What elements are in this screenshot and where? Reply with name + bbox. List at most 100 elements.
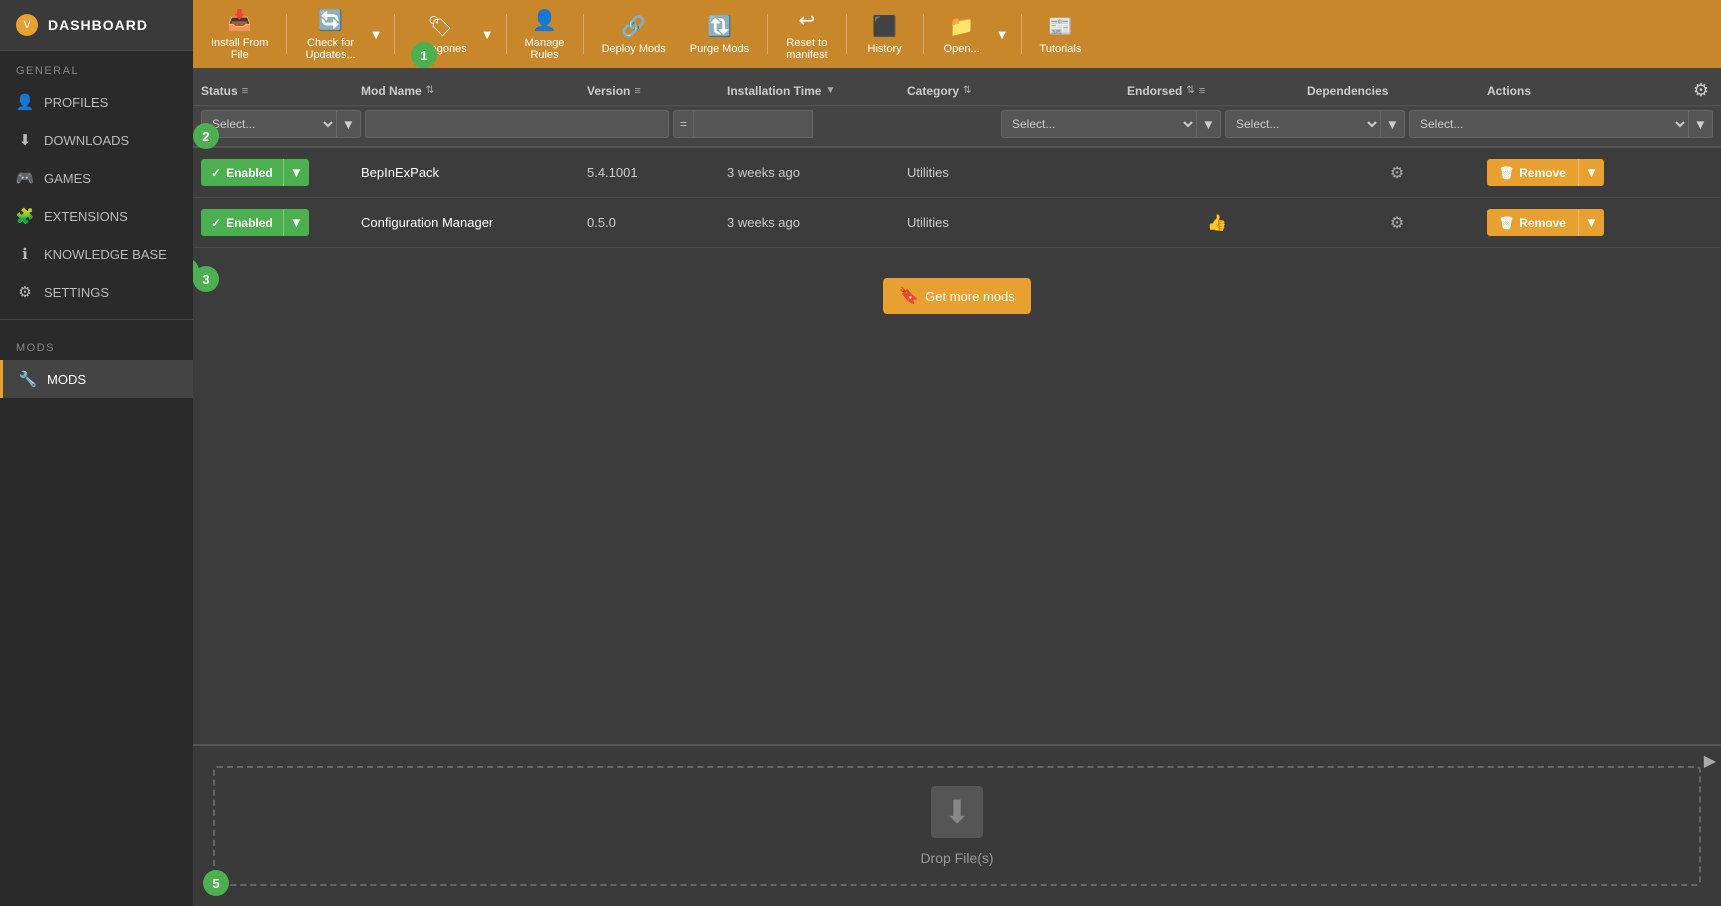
row1-enabled-dropdown[interactable]: ▼: [283, 159, 309, 186]
drop-zone-expand-icon[interactable]: ▶: [1704, 751, 1716, 771]
check-for-updates-button[interactable]: 🔄 Check forUpdates...: [295, 2, 365, 67]
endorsed-filter-icon[interactable]: ≡: [1199, 85, 1205, 97]
sidebar-header: V DASHBOARD: [0, 0, 193, 51]
toolbar-sep-1: [286, 14, 287, 54]
row2-status-cell: ✓ Enabled ▼: [201, 209, 361, 236]
row2-endorsed-thumb-icon[interactable]: 👍: [1207, 213, 1227, 233]
col-label-modname: Mod Name: [361, 84, 422, 98]
col-header-actions: Actions ⚙: [1487, 76, 1713, 105]
row1-actions-cell: 🗑 Remove ▼: [1487, 159, 1713, 186]
modname-filter-input[interactable]: [365, 110, 669, 138]
endorsed-filter-arrow[interactable]: ▼: [1381, 110, 1405, 138]
col-label-version: Version: [587, 84, 630, 98]
sidebar-item-label-profiles: PROFILES: [44, 95, 108, 110]
row1-status-cell: ✓ Enabled ▼: [201, 159, 361, 186]
check-updates-label: Check forUpdates...: [305, 37, 355, 61]
categories-arrow[interactable]: ▼: [477, 21, 498, 48]
row1-dep-icon[interactable]: ⚙: [1390, 163, 1404, 183]
drop-zone[interactable]: ⬇ Drop File(s): [213, 766, 1701, 886]
deps-filter-arrow[interactable]: ▼: [1689, 110, 1713, 138]
general-section-label: GENERAL: [0, 51, 193, 83]
version-filter-wrap: =: [673, 110, 813, 138]
purge-mods-label: Purge Mods: [690, 43, 749, 55]
row2-enabled-dropdown[interactable]: ▼: [283, 209, 309, 236]
col-header-deps: Dependencies: [1307, 84, 1487, 98]
history-button[interactable]: ⬛ History: [855, 8, 915, 61]
sidebar-item-profiles[interactable]: 👤 PROFILES: [0, 83, 193, 121]
history-label: History: [868, 43, 902, 55]
row2-actions-cell: 🗑 Remove ▼: [1487, 209, 1713, 236]
history-icon: ⬛: [872, 14, 897, 39]
install-from-file-button[interactable]: 📥 Install FromFile: [201, 2, 278, 67]
deps-filter-wrap: Select... ▼: [1409, 110, 1713, 138]
toolbar-sep-4: [583, 14, 584, 54]
open-button[interactable]: 📁 Open...: [932, 8, 992, 61]
sidebar: V DASHBOARD GENERAL 👤 PROFILES ⬇ DOWNLOA…: [0, 0, 193, 906]
col-label-actions: Actions: [1487, 84, 1531, 98]
sidebar-item-label-extensions: EXTENSIONS: [44, 209, 128, 224]
row1-remove-dropdown[interactable]: ▼: [1578, 159, 1604, 186]
category-sort-icon[interactable]: ⇅: [963, 85, 971, 96]
row1-trash-icon: 🗑: [1499, 166, 1514, 180]
install-from-file-icon: 📥: [227, 8, 252, 33]
category-filter-select[interactable]: Select...: [1001, 110, 1197, 138]
endorsed-filter-wrap: Select... ▼: [1225, 110, 1405, 138]
purge-mods-button[interactable]: 🔃 Purge Mods: [680, 8, 759, 61]
modname-sort-icon[interactable]: ⇅: [426, 85, 434, 96]
row2-remove-button[interactable]: 🗑 Remove: [1487, 209, 1578, 236]
insttime-sort-icon[interactable]: ▼: [825, 85, 835, 96]
row2-enabled-button[interactable]: ✓ Enabled: [201, 209, 283, 236]
step-circle-1: 1: [411, 42, 437, 68]
toolbar-sep-2: [394, 14, 395, 54]
deploy-mods-button[interactable]: 🔗 Deploy Mods: [592, 8, 676, 61]
sidebar-item-label-games: GAMES: [44, 171, 91, 186]
open-arrow[interactable]: ▼: [992, 21, 1013, 48]
row1-mod-name: BepInExPack: [361, 165, 439, 180]
row1-version-cell: 5.4.1001: [587, 165, 727, 180]
tutorials-button[interactable]: 📰 Tutorials: [1030, 8, 1092, 61]
row2-dep-icon[interactable]: ⚙: [1390, 213, 1404, 233]
col-header-status: Status ≡: [201, 84, 361, 98]
sidebar-divider: [0, 319, 193, 320]
row1-deps-cell: ⚙: [1307, 163, 1487, 183]
extensions-icon: 🧩: [16, 207, 34, 225]
sidebar-item-downloads[interactable]: ⬇ DOWNLOADS: [0, 121, 193, 159]
tutorials-icon: 📰: [1048, 14, 1073, 39]
status-filter-icon[interactable]: ≡: [242, 85, 248, 97]
category-filter-arrow[interactable]: ▼: [1197, 110, 1221, 138]
sidebar-item-mods[interactable]: 🔧 MODS: [0, 360, 193, 398]
row2-remove-dropdown[interactable]: ▼: [1578, 209, 1604, 236]
dashboard-icon: V: [16, 14, 38, 36]
get-more-mods-button[interactable]: 🔖 Get more mods: [883, 278, 1031, 314]
reset-to-manifest-button[interactable]: ↩ Reset tomanifest: [776, 2, 838, 67]
table-settings-gear[interactable]: ⚙: [1689, 76, 1713, 105]
row1-remove-button[interactable]: 🗑 Remove: [1487, 159, 1578, 186]
col-label-category: Category: [907, 84, 959, 98]
reset-icon: ↩: [798, 8, 815, 33]
check-updates-arrow[interactable]: ▼: [366, 21, 387, 48]
toolbar-sep-5: [767, 14, 768, 54]
endorsed-sort-icon[interactable]: ⇅: [1186, 85, 1194, 96]
status-filter-select[interactable]: Select...: [201, 110, 337, 138]
endorsed-filter-select[interactable]: Select...: [1225, 110, 1381, 138]
sidebar-item-settings[interactable]: ⚙ SETTINGS: [0, 273, 193, 311]
row2-enabled-label: Enabled: [226, 216, 273, 230]
status-filter-arrow[interactable]: ▼: [337, 110, 361, 138]
mods-table-container: 2 3 Status ≡ Mod Name ⇅ Ver: [193, 68, 1721, 744]
open-label: Open...: [944, 43, 980, 55]
reset-label: Reset tomanifest: [786, 37, 828, 61]
version-filter-input[interactable]: [694, 110, 813, 138]
deps-filter-select[interactable]: Select...: [1409, 110, 1689, 138]
open-group: 📁 Open... ▼: [932, 8, 1013, 61]
sidebar-item-knowledge-base[interactable]: ℹ KNOWLEDGE BASE: [0, 235, 193, 273]
install-from-file-group: 📥 Install FromFile: [201, 2, 278, 67]
row2-modname-cell: Configuration Manager: [361, 215, 587, 230]
row1-enabled-button[interactable]: ✓ Enabled: [201, 159, 283, 186]
row2-endorsed-cell: 👍: [1127, 213, 1307, 233]
version-eq-button[interactable]: =: [673, 110, 694, 138]
row1-enabled-group: ✓ Enabled ▼: [201, 159, 309, 186]
version-filter-icon[interactable]: ≡: [634, 85, 640, 97]
manage-rules-button[interactable]: 👤 ManageRules: [515, 2, 575, 67]
sidebar-item-games[interactable]: 🎮 GAMES: [0, 159, 193, 197]
sidebar-item-extensions[interactable]: 🧩 EXTENSIONS: [0, 197, 193, 235]
